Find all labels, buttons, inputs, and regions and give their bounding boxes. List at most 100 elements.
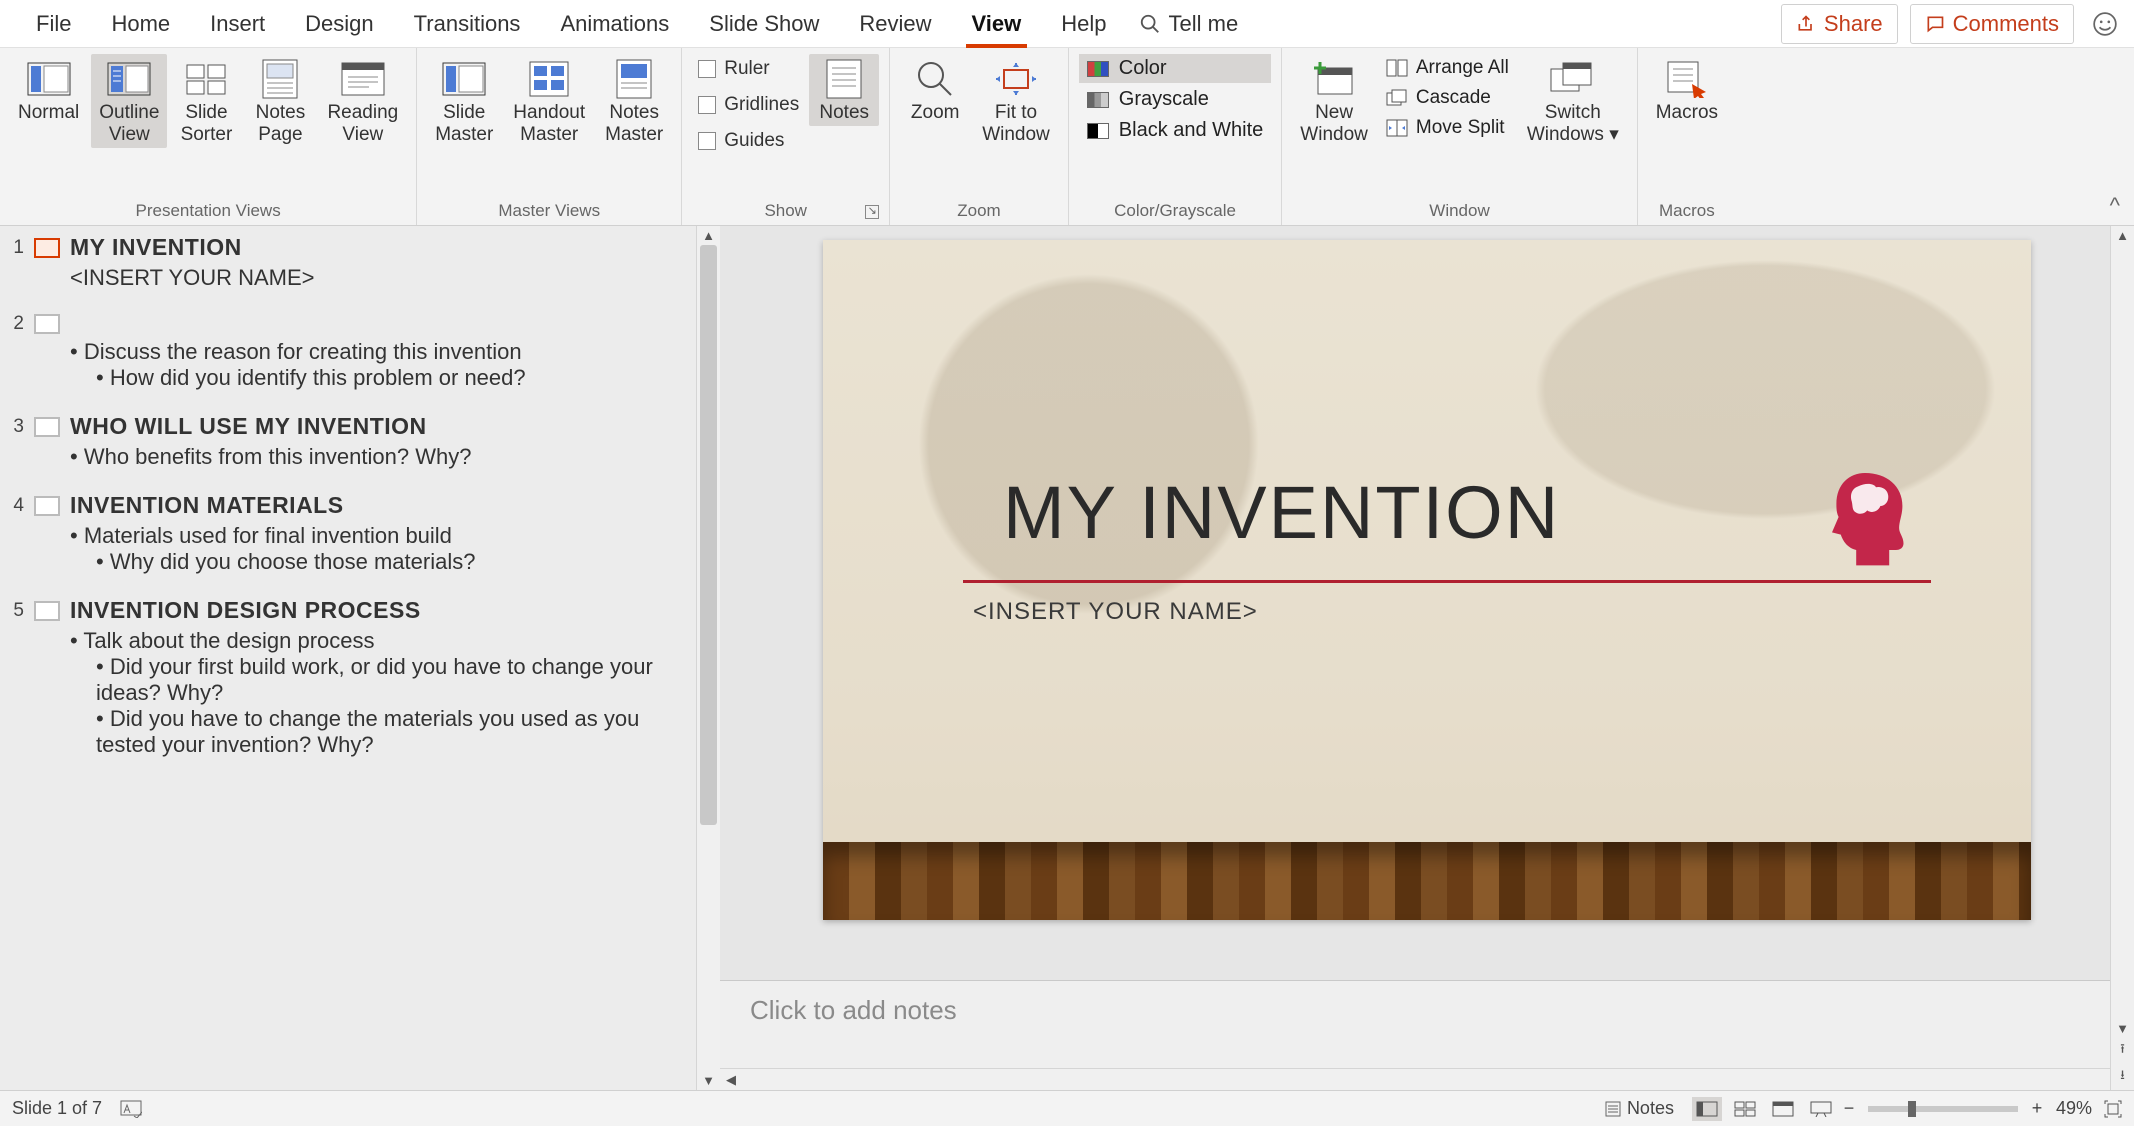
normal-view-label: Normal: [18, 102, 79, 124]
outline-slide[interactable]: 3WHO WILL USE MY INVENTIONWho benefits f…: [8, 413, 686, 470]
scroll-up-icon[interactable]: ▲: [702, 226, 715, 245]
slide-title[interactable]: MY INVENTION: [1003, 470, 1560, 555]
notes-page-button[interactable]: Notes Page: [245, 54, 315, 148]
slide-master-label: Slide Master: [435, 102, 493, 146]
scroll-up-icon[interactable]: ▲: [2116, 226, 2129, 245]
outline-slide-body[interactable]: Materials used for final invention build…: [70, 523, 686, 575]
zoom-in-button[interactable]: +: [2028, 1098, 2046, 1119]
search-icon: [1139, 13, 1161, 35]
outline-slide[interactable]: 1MY INVENTION<INSERT YOUR NAME>: [8, 234, 686, 291]
outline-slide[interactable]: 5INVENTION DESIGN PROCESSTalk about the …: [8, 597, 686, 758]
outline-slide-thumb[interactable]: [34, 314, 60, 334]
tab-view[interactable]: View: [952, 1, 1042, 47]
feedback-smiley-icon[interactable]: [2092, 11, 2118, 37]
outline-slide-title[interactable]: MY INVENTION: [70, 234, 242, 261]
cascade-button[interactable]: Cascade: [1380, 84, 1515, 112]
switch-windows-button[interactable]: Switch Windows ▾: [1519, 54, 1627, 148]
outline-view-button[interactable]: Outline View: [91, 54, 167, 148]
group-macros: Macros Macros: [1638, 48, 1736, 225]
notes-toggle-button[interactable]: Notes: [809, 54, 879, 126]
outline-slide-title[interactable]: WHO WILL USE MY INVENTION: [70, 413, 427, 440]
arrange-all-button[interactable]: Arrange All: [1380, 54, 1515, 82]
scroll-track[interactable]: [697, 245, 720, 1071]
tab-help[interactable]: Help: [1041, 1, 1126, 47]
macros-button[interactable]: Macros: [1648, 54, 1726, 126]
tab-animations[interactable]: Animations: [540, 1, 689, 47]
color-mode-button[interactable]: Color: [1079, 54, 1272, 83]
scroll-track[interactable]: [742, 1069, 2112, 1090]
comments-button[interactable]: Comments: [1910, 4, 2074, 44]
notes-status-button[interactable]: Notes: [1605, 1098, 1674, 1119]
sorter-view-status-button[interactable]: [1730, 1097, 1760, 1121]
outline-slide-body[interactable]: Discuss the reason for creating this inv…: [70, 339, 686, 391]
move-split-icon: [1386, 119, 1408, 137]
ruler-checkbox[interactable]: Ruler: [692, 54, 805, 84]
fit-slide-status-button[interactable]: [2104, 1100, 2122, 1118]
scroll-track[interactable]: [2111, 245, 2134, 1019]
slide-sorter-button[interactable]: Slide Sorter: [171, 54, 241, 148]
share-button[interactable]: Share: [1781, 4, 1898, 44]
slide-master-button[interactable]: Slide Master: [427, 54, 501, 148]
gridlines-checkbox[interactable]: Gridlines: [692, 90, 805, 120]
stage-scrollbar[interactable]: ▲ ▼ ⭱ ⭳: [2110, 226, 2134, 1090]
slide-canvas[interactable]: MY INVENTION <INSERT YOUR NAME>: [823, 240, 2031, 920]
slide-subtitle[interactable]: <INSERT YOUR NAME>: [973, 598, 1258, 626]
outline-slide[interactable]: 4INVENTION MATERIALSMaterials used for f…: [8, 492, 686, 575]
outline-slide-thumb[interactable]: [34, 601, 60, 621]
tab-insert[interactable]: Insert: [190, 1, 285, 47]
normal-view-status-button[interactable]: [1692, 1097, 1722, 1121]
zoom-slider-knob[interactable]: [1908, 1101, 1916, 1117]
fit-to-window-button[interactable]: Fit to Window: [974, 54, 1058, 148]
outline-slide-thumb[interactable]: [34, 496, 60, 516]
outline-scrollbar[interactable]: ▲ ▼: [696, 226, 720, 1090]
scroll-down-icon[interactable]: ▼: [2116, 1019, 2129, 1038]
scroll-down-icon[interactable]: ▼: [702, 1071, 715, 1090]
normal-view-button[interactable]: Normal: [10, 54, 87, 126]
outline-slide-thumb[interactable]: [34, 238, 60, 258]
tab-home[interactable]: Home: [91, 1, 190, 47]
normal-view-icon: [25, 60, 73, 98]
slideshow-status-button[interactable]: [1806, 1097, 1836, 1121]
outline-slide-title[interactable]: INVENTION MATERIALS: [70, 492, 344, 519]
notes-master-button[interactable]: Notes Master: [597, 54, 671, 148]
outline-slide-subtitle[interactable]: <INSERT YOUR NAME>: [70, 265, 686, 291]
tab-transitions[interactable]: Transitions: [394, 1, 541, 47]
reading-view-button[interactable]: Reading View: [319, 54, 406, 148]
outline-slide-body[interactable]: Talk about the design processDid your fi…: [70, 628, 686, 758]
move-split-button[interactable]: Move Split: [1380, 114, 1515, 142]
outline-slide-thumb[interactable]: [34, 417, 60, 437]
reading-view-status-button[interactable]: [1768, 1097, 1798, 1121]
zoom-percent[interactable]: 49%: [2056, 1098, 2092, 1119]
cascade-icon: [1386, 89, 1408, 107]
tab-review[interactable]: Review: [839, 1, 951, 47]
outline-content[interactable]: 1MY INVENTION<INSERT YOUR NAME>2Discuss …: [0, 226, 696, 1090]
zoom-slider[interactable]: [1868, 1106, 2018, 1112]
scroll-thumb[interactable]: [700, 245, 717, 825]
tab-slide-show[interactable]: Slide Show: [689, 1, 839, 47]
blackwhite-mode-button[interactable]: Black and White: [1079, 116, 1272, 145]
zoom-out-button[interactable]: −: [1840, 1098, 1858, 1119]
tell-me-search[interactable]: Tell me: [1139, 11, 1239, 37]
guides-checkbox[interactable]: Guides: [692, 126, 805, 156]
outline-slide-body[interactable]: Who benefits from this invention? Why?: [70, 444, 686, 470]
menu-tabs-bar: File Home Insert Design Transitions Anim…: [0, 0, 2134, 48]
next-slide-icon[interactable]: ⭳: [2120, 1064, 2125, 1090]
new-window-button[interactable]: New Window: [1292, 54, 1376, 148]
notes-status-icon: [1605, 1101, 1621, 1117]
tab-file[interactable]: File: [16, 1, 91, 47]
outline-slide-title[interactable]: INVENTION DESIGN PROCESS: [70, 597, 421, 624]
notes-pane[interactable]: Click to add notes: [720, 980, 2134, 1068]
grayscale-mode-button[interactable]: Grayscale: [1079, 85, 1272, 114]
group-presentation-views: Normal Outline View Slide Sorter Notes P…: [0, 48, 417, 225]
scroll-left-icon[interactable]: ◀: [720, 1072, 742, 1088]
outline-slide[interactable]: 2Discuss the reason for creating this in…: [8, 313, 686, 391]
stage-hscrollbar[interactable]: ◀ ▶: [720, 1068, 2134, 1090]
zoom-button[interactable]: Zoom: [900, 54, 970, 126]
dialog-launcher-icon[interactable]: ↘: [865, 205, 879, 219]
spellcheck-icon[interactable]: [120, 1100, 142, 1118]
prev-slide-icon[interactable]: ⭱: [2120, 1038, 2125, 1064]
handout-master-button[interactable]: Handout Master: [505, 54, 593, 148]
color-label: Color: [1119, 57, 1167, 80]
tab-design[interactable]: Design: [285, 1, 393, 47]
collapse-ribbon-button[interactable]: ^: [2110, 193, 2134, 225]
